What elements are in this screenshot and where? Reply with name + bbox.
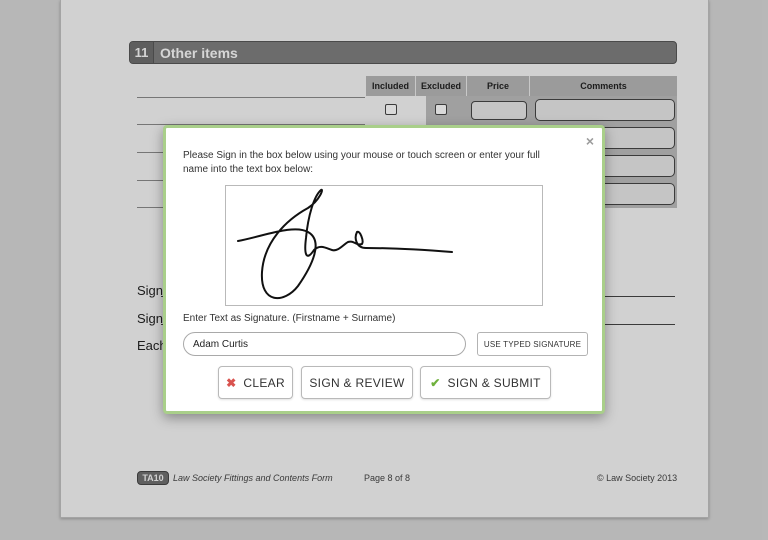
sign-and-submit-label: SIGN & SUBMIT [447, 375, 541, 390]
signature-dialog: × Please Sign in the box below using you… [163, 125, 605, 414]
instructions-text: Please Sign in the box below using your … [183, 150, 540, 175]
close-icon[interactable]: × [586, 134, 594, 148]
signature-drawing [237, 188, 453, 300]
close-x-icon: ✖ [226, 375, 237, 390]
sign-and-review-label: SIGN & REVIEW [309, 375, 405, 390]
clear-button-label: CLEAR [243, 375, 285, 390]
name-input[interactable] [183, 332, 466, 356]
sign-and-review-button[interactable]: SIGN & REVIEW [301, 366, 413, 399]
clear-button[interactable]: ✖ CLEAR [218, 366, 293, 399]
typed-signature-label: Enter Text as Signature. (Firstname + Su… [183, 313, 396, 324]
use-typed-signature-button[interactable]: USE TYPED SIGNATURE [477, 332, 588, 356]
sign-and-submit-button[interactable]: ✔ SIGN & SUBMIT [420, 366, 551, 399]
signature-pad[interactable] [225, 185, 543, 306]
check-icon: ✔ [430, 375, 441, 390]
